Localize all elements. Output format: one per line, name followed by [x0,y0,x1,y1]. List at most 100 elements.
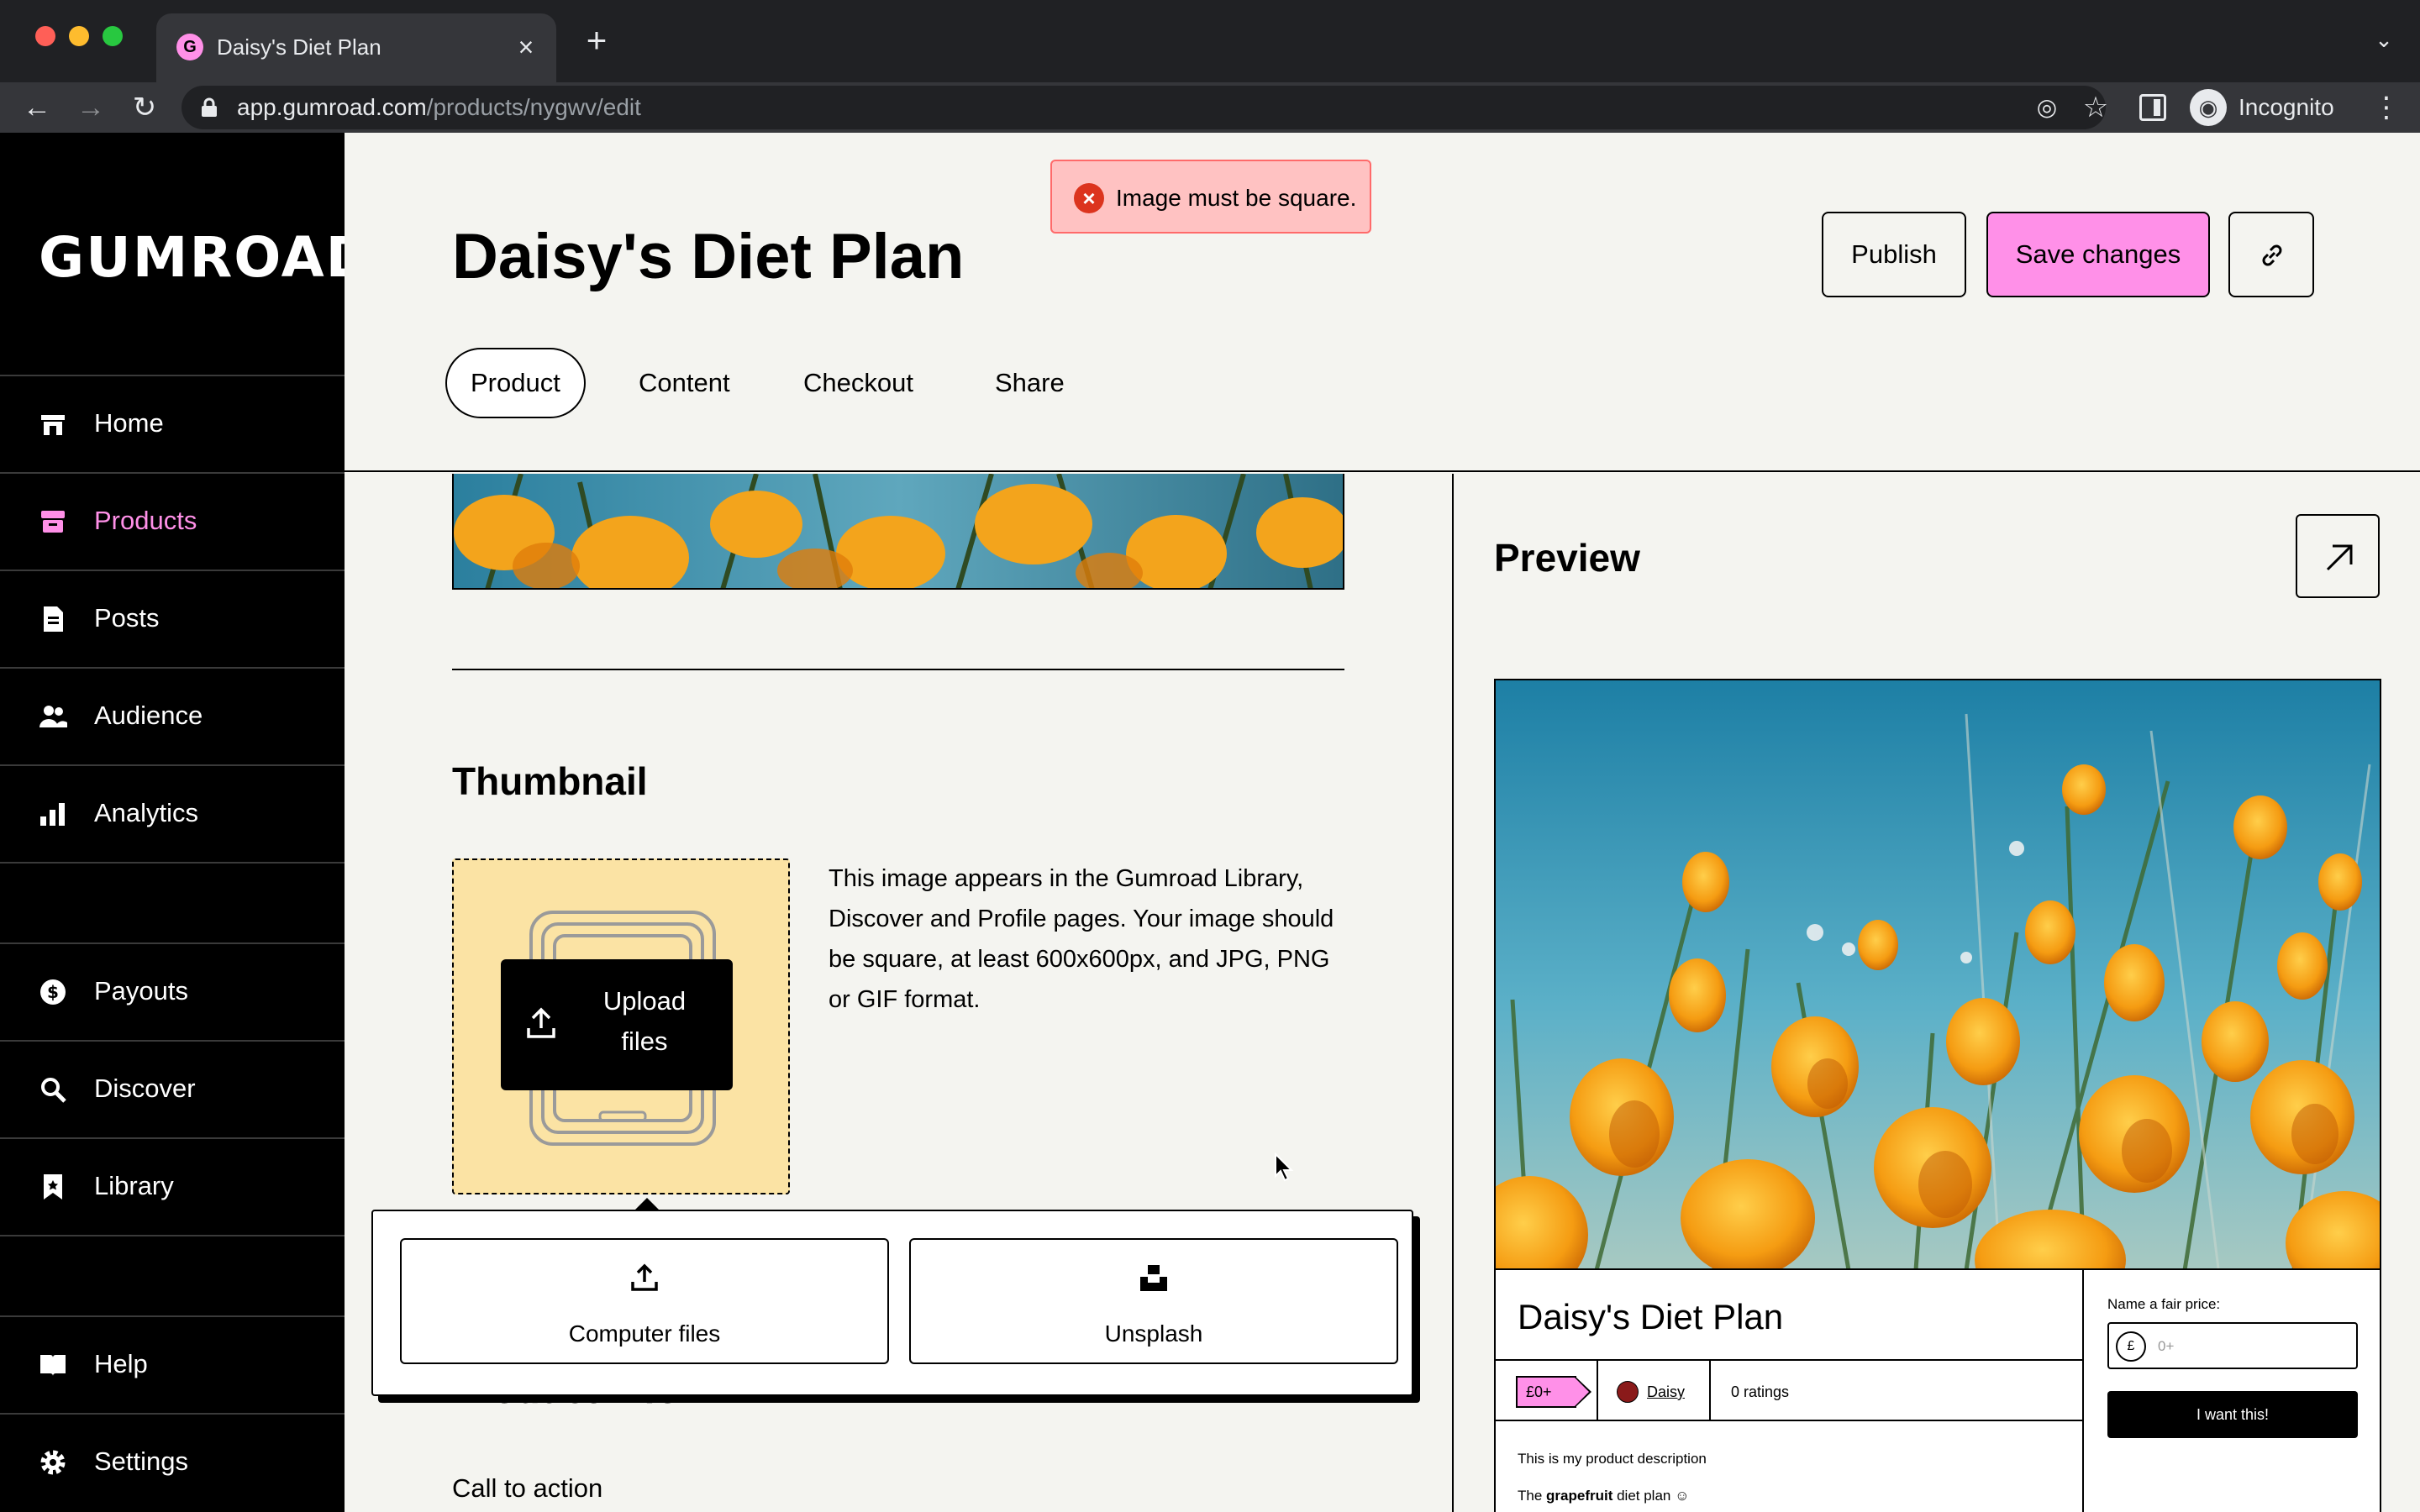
sidebar-item-label: Discover [94,1074,196,1103]
open-preview-button[interactable] [2296,514,2380,598]
tab-checkout[interactable]: Checkout [778,348,939,418]
sidebar-item-library[interactable]: Library [0,1139,345,1235]
fair-price-label: Name a fair price: [2107,1296,2221,1312]
sidebar-item-label: Help [94,1349,148,1378]
bookmark-icon [44,1174,62,1200]
page-title: Daisy's Diet Plan [452,221,965,292]
incognito-icon[interactable]: ◉ [2190,89,2227,126]
unsplash-icon [1140,1265,1167,1291]
creator-avatar [1617,1381,1639,1403]
browser-tab-bar: G Daisy's Diet Plan × + ⌄ [0,0,2420,82]
store-icon [41,415,65,435]
sidebar-item-settings[interactable]: Settings [0,1415,345,1510]
tab-search-chevron-icon[interactable]: ⌄ [2370,25,2398,54]
product-info-area: Daisy's Diet Plan £0+ Daisy 0 ratings Th… [1496,1270,2084,1512]
i-want-this-button[interactable]: I want this! [2107,1391,2358,1438]
archive-icon [41,511,65,533]
sidebar: GUMROAD Home Products Posts Audience Ana… [0,133,371,1512]
reload-icon[interactable]: ↻ [128,91,161,124]
price-placeholder: 0+ [2158,1338,2175,1354]
fair-price-input[interactable]: £ 0+ [2107,1322,2358,1369]
product-cover-image [1496,680,2380,1270]
gear-icon [40,1450,66,1475]
sidebar-item-help[interactable]: Help [0,1317,345,1413]
sidebar-item-products[interactable]: Products [0,474,345,570]
computer-files-label: Computer files [568,1320,721,1347]
mouse-cursor-icon [1275,1152,1294,1182]
product-meta-row: £0+ Daisy 0 ratings [1496,1359,2084,1421]
error-x-icon: × [1074,183,1104,213]
sidebar-item-discover[interactable]: Discover [0,1042,345,1137]
product-preview-card: Daisy's Diet Plan £0+ Daisy 0 ratings Th… [1494,679,2381,1512]
unsplash-button[interactable]: Unsplash [909,1238,1398,1364]
bookmark-star-icon[interactable]: ☆ [2081,92,2111,123]
tab-close-icon[interactable]: × [511,32,541,62]
preview-product-name: Daisy's Diet Plan [1518,1297,1784,1336]
cover-image[interactable] [452,474,1344,590]
upload-files-button[interactable]: Upload files [501,959,733,1090]
poppy-cover-photo [454,474,1343,588]
sidebar-item-label: Home [94,408,164,438]
upload-source-popover: Computer files Unsplash [371,1198,1413,1396]
sidebar-item-audience[interactable]: Audience [0,669,345,764]
sidebar-item-label: Payouts [94,976,189,1005]
product-description-line: This is my product description [1518,1451,1707,1467]
preview-title: Preview [1494,536,1640,580]
thumbnail-description: This image appears in the Gumroad Librar… [829,865,1334,1013]
upload-icon [527,1007,555,1038]
sidebar-item-home[interactable]: Home [0,376,345,472]
window-close-button[interactable] [35,26,55,46]
description-bold-text: grapefruit [1546,1488,1613,1504]
ratings-count: 0 ratings [1731,1383,1790,1400]
window-minimize-button[interactable] [69,26,89,46]
creator-link[interactable]: Daisy [1647,1379,1685,1404]
back-arrow-icon[interactable]: ← [20,91,54,124]
sidebar-item-label: Audience [94,701,203,730]
save-changes-button[interactable]: Save changes [1986,212,2210,297]
tab-title: Daisy's Diet Plan [217,34,381,60]
purchase-area: Name a fair price: £ 0+ I want this! [2086,1270,2380,1512]
tab-share[interactable]: Share [970,348,1090,418]
side-panel-icon[interactable] [2139,94,2166,121]
thumbnail-dropzone[interactable]: Upload files [452,858,790,1194]
poppy-cover-photo [1496,680,2380,1268]
currency-badge: £ [2116,1331,2146,1362]
address-bar[interactable]: app.gumroad.com/products/nygwv/edit ◎ ☆ [182,86,2108,129]
sidebar-item-posts[interactable]: Posts [0,571,345,667]
link-icon [2262,244,2282,266]
popover-arrow [634,1198,660,1211]
gumroad-favicon-icon: G [176,34,203,60]
meta-divider [1709,1361,1711,1420]
preview-panel: Preview Daisy's Diet Plan £0+ Daisy 0 ra… [1452,474,2420,1512]
url-host: app.gumroad.com [237,94,427,120]
dollar-circle-icon: $ [40,979,66,1005]
sidebar-item-payouts[interactable]: $ Payouts [0,944,345,1040]
profile-label[interactable]: Incognito [2238,92,2334,123]
sidebar-item-label: Products [94,506,197,535]
tab-content[interactable]: Content [613,348,755,418]
copy-link-button[interactable] [2228,212,2314,297]
forward-arrow-icon[interactable]: → [74,91,108,124]
description-text: diet plan ☺ [1612,1488,1690,1504]
new-tab-icon[interactable]: + [580,23,613,58]
tab-product[interactable]: Product [445,348,586,418]
sidebar-item-label: Posts [94,603,160,633]
browser-tab[interactable]: G Daisy's Diet Plan × [156,13,556,82]
sidebar-item-analytics[interactable]: Analytics [0,766,345,862]
kebab-menu-icon[interactable]: ⋮ [2370,91,2403,124]
eye-slash-icon[interactable]: ◎ [2032,92,2062,123]
document-icon [44,606,63,632]
publish-button[interactable]: Publish [1822,212,1966,297]
window-zoom-button[interactable] [103,26,123,46]
bar-chart-icon [40,803,65,826]
browser-toolbar: ← → ↻ app.gumroad.com/products/nygwv/edi… [0,82,2420,133]
upload-icon [631,1263,658,1291]
people-icon [39,706,67,727]
gumroad-logo[interactable]: GUMROAD [39,225,373,290]
url-path: /products/nygwv/edit [426,94,641,120]
computer-files-button[interactable]: Computer files [400,1238,889,1364]
book-icon [40,1355,66,1376]
call-to-action-label: Call to action [452,1473,603,1503]
unsplash-label: Unsplash [1104,1320,1203,1347]
sidebar-divider [0,862,345,864]
